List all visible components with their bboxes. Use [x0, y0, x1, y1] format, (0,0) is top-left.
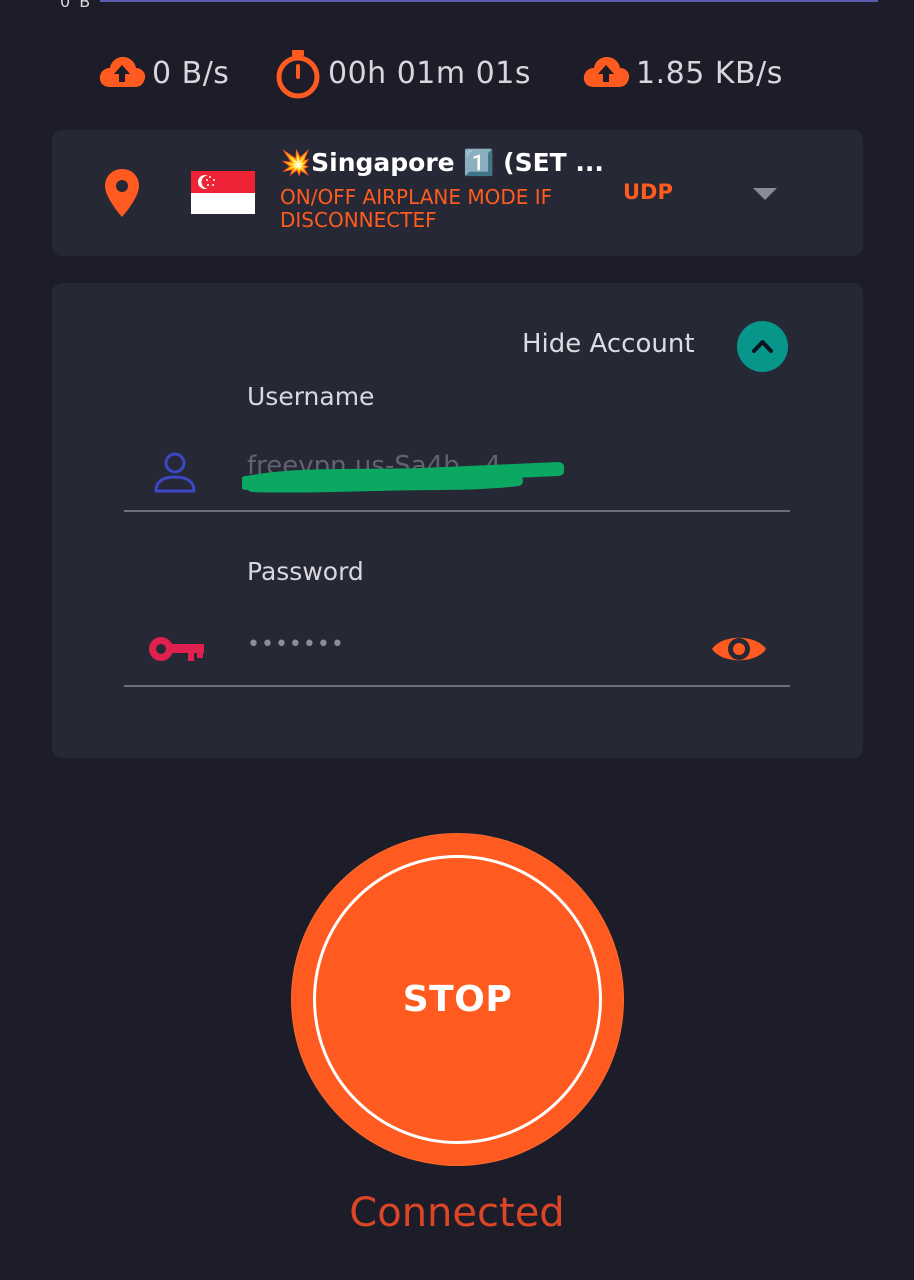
download-speed: 0 B/s [152, 55, 230, 91]
eye-icon[interactable] [710, 629, 768, 669]
protocol-label: UDP [623, 180, 673, 204]
password-field[interactable]: ••••••• [247, 632, 345, 657]
cloud-upload-icon [580, 47, 632, 99]
password-label: Password [247, 557, 364, 586]
stop-button[interactable]: STOP [292, 834, 623, 1165]
key-icon [147, 634, 205, 664]
upload-stat: 1.85 KB/s [580, 40, 783, 106]
connection-status: Connected [349, 1190, 565, 1236]
traffic-stats: 0 B/s 00h 01m 01s 1.85 KB/s [0, 40, 914, 106]
location-pin-icon [104, 168, 140, 218]
upload-speed: 1.85 KB/s [636, 55, 783, 91]
clipped-text: 0 B [60, 0, 93, 11]
elapsed-time: 00h 01m 01s [328, 55, 531, 91]
cloud-download-icon [96, 47, 148, 99]
redaction-mark [239, 461, 565, 497]
top-status-strip: 0 B [0, 0, 914, 11]
password-underline [124, 685, 790, 687]
stop-button-label: STOP [402, 979, 513, 1020]
server-selector[interactable]: 💥Singapore 1️⃣ (SET ... ON/OFF AIRPLANE … [52, 130, 863, 256]
clipped-divider [100, 0, 878, 2]
hide-account-toggle[interactable] [737, 321, 788, 372]
account-panel: Hide Account Username freevpn.us-Sa4b...… [52, 283, 863, 758]
server-note: ON/OFF AIRPLANE MODE IF DISCONNECTEF [280, 185, 553, 232]
stopwatch-icon [272, 47, 324, 99]
chevron-up-icon [752, 340, 773, 353]
user-icon [152, 451, 198, 495]
hide-account-label[interactable]: Hide Account [522, 329, 695, 359]
time-stat: 00h 01m 01s [272, 40, 531, 106]
download-stat: 0 B/s [96, 40, 229, 106]
singapore-flag-icon [191, 171, 255, 214]
caret-down-icon[interactable] [752, 186, 778, 202]
username-underline [124, 510, 790, 512]
server-name: 💥Singapore 1️⃣ (SET ... [280, 148, 604, 177]
username-label: Username [247, 382, 375, 411]
